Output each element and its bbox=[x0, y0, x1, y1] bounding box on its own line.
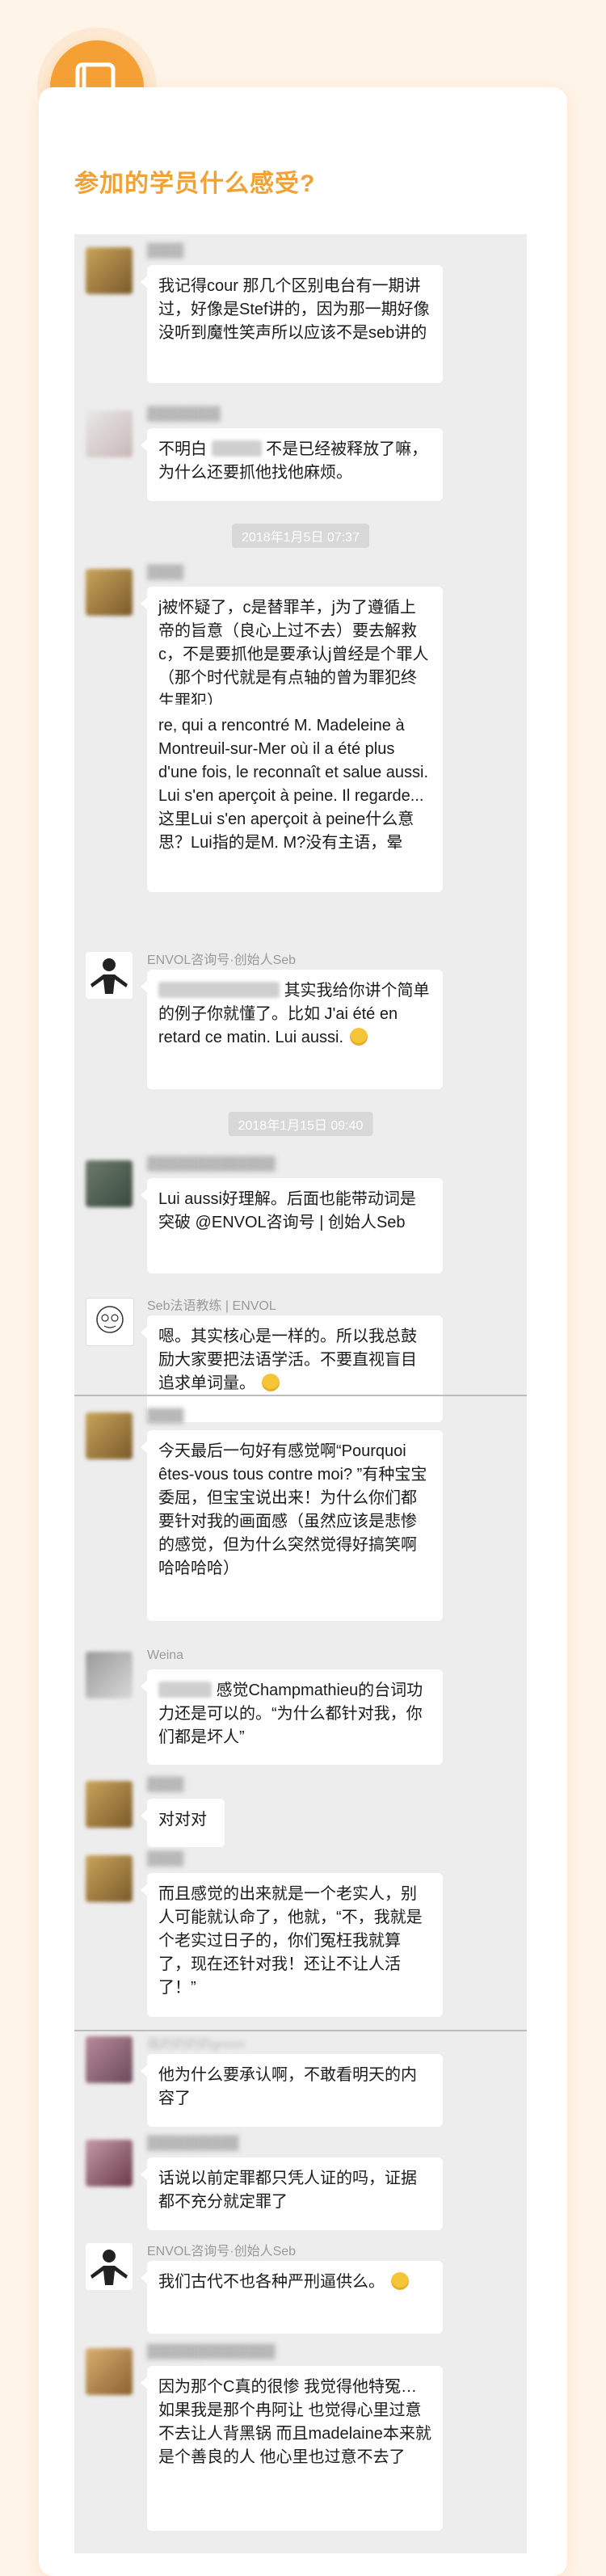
avatar bbox=[86, 1652, 133, 1698]
message-text: 我们古代不也各种严刑逼供么。 bbox=[158, 2273, 385, 2291]
message-text: Lui aussi好理解。后面也能带动词是突破 @ENVOL咨询号 | 创始人S… bbox=[158, 1190, 416, 1231]
message-bubble: 而且感觉的出来就是一个老实人，别人可能就认命了，他就，“不，我就是个老实过日子的… bbox=[141, 1873, 443, 2017]
avatar bbox=[86, 2140, 133, 2187]
timestamp: 2018年1月15日 09:40 bbox=[228, 1112, 373, 1136]
sketch-face-icon bbox=[96, 1306, 124, 1333]
avatar bbox=[86, 1160, 133, 1207]
avatar bbox=[86, 1855, 133, 1902]
avatar bbox=[86, 952, 133, 999]
sender-name: ████████ bbox=[147, 407, 221, 421]
message-bubble: 话说以前定罪都只凭人证的吗，证据都不充分就定罪了 bbox=[141, 2157, 443, 2230]
person-avatar-icon bbox=[90, 2250, 128, 2285]
message-text: 嗯。其实核心是一样的。所以我总鼓励大家要把法语学活。不要直视盲目追求单词量。 bbox=[158, 1328, 417, 1392]
avatar bbox=[86, 2348, 133, 2395]
timestamp: 2018年1月5日 07:37 bbox=[232, 524, 369, 548]
sender-name: 我的的的的green bbox=[147, 2038, 245, 2052]
message-bubble: 不明白 不是已经被释放了嘛，为什么还要抓他找他麻烦。 bbox=[141, 428, 443, 501]
avatar bbox=[86, 247, 133, 294]
redacted-name bbox=[158, 1682, 212, 1698]
sender-name: ██████████████ bbox=[147, 1157, 276, 1171]
redacted-name bbox=[211, 440, 262, 457]
avatar bbox=[86, 1298, 134, 1346]
sender-name: ██████████ bbox=[147, 2136, 239, 2150]
sender-name: ████ bbox=[147, 1778, 184, 1791]
screenshot-divider bbox=[74, 2030, 527, 2031]
message-bubble: 我们古代不也各种严刑逼供么。 bbox=[141, 2261, 443, 2334]
message-bubble: 因为那个C真的很惨 我觉得他特冤… 如果我是那个冉阿让 也觉得心里过意不去让人背… bbox=[141, 2366, 443, 2531]
avatar bbox=[86, 2243, 133, 2290]
message-text: 不明白 bbox=[158, 440, 207, 458]
section-title: 参加的学员什么感受? bbox=[74, 170, 316, 197]
laugh-emoji-icon bbox=[390, 2272, 409, 2290]
message-bubble: re, qui a rencontré M. Madeleine à Montr… bbox=[147, 705, 443, 892]
sender-name: ████ bbox=[147, 1409, 184, 1423]
sender-name: ████ bbox=[147, 1852, 184, 1866]
chat-screenshot: ████ 我记得cour 那几个区别电台有一期讲过，好像是Stef讲的，因为那一… bbox=[74, 234, 527, 2553]
sender-name: ENVOL咨询号·创始人Seb bbox=[147, 2245, 297, 2258]
screenshot-divider bbox=[74, 1395, 527, 1396]
sender-name: ████ bbox=[147, 244, 184, 258]
message-bubble: 我记得cour 那几个区别电台有一期讲过，好像是Stef讲的，因为那一期好像没听… bbox=[141, 265, 443, 383]
message-bubble: 对对对 bbox=[141, 1799, 225, 1847]
sender-name: ENVOL咨询号·创始人Seb bbox=[147, 953, 297, 967]
sender-name: ████ bbox=[147, 566, 184, 579]
avatar bbox=[86, 1412, 133, 1459]
grin-emoji-icon bbox=[349, 1028, 368, 1046]
message-bubble: 嗯。其实核心是一样的。所以我总鼓励大家要把法语学活。不要直视盲目追求单词量。 bbox=[141, 1315, 443, 1422]
avatar bbox=[86, 410, 133, 457]
message-bubble: 他为什么要承认啊，不敢看明天的内容了 bbox=[141, 2054, 443, 2127]
redacted-name bbox=[158, 982, 280, 998]
message-bubble: 感觉Champmathieu的台词功力还是可以的。“为什么都针对我，你们都是坏人… bbox=[141, 1669, 443, 1765]
sender-name: ██████████████ bbox=[147, 2345, 276, 2359]
sender-name: Seb法语教练 | ENVOL bbox=[147, 1299, 276, 1313]
avatar bbox=[86, 569, 133, 616]
avatar bbox=[86, 2036, 133, 2083]
person-avatar-icon bbox=[90, 958, 128, 994]
smile-emoji-icon bbox=[261, 1374, 280, 1391]
message-bubble: Lui aussi好理解。后面也能带动词是突破 @ENVOL咨询号 | 创始人S… bbox=[141, 1178, 443, 1273]
sender-name: Weina bbox=[147, 1648, 184, 1662]
avatar bbox=[86, 1781, 133, 1828]
message-bubble: 其实我给你讲个简单的例子你就懂了。比如 J'ai été en retard c… bbox=[141, 970, 443, 1089]
message-bubble: 今天最后一句好有感觉啊“Pourquoi êtes-vous tous cont… bbox=[141, 1430, 443, 1621]
